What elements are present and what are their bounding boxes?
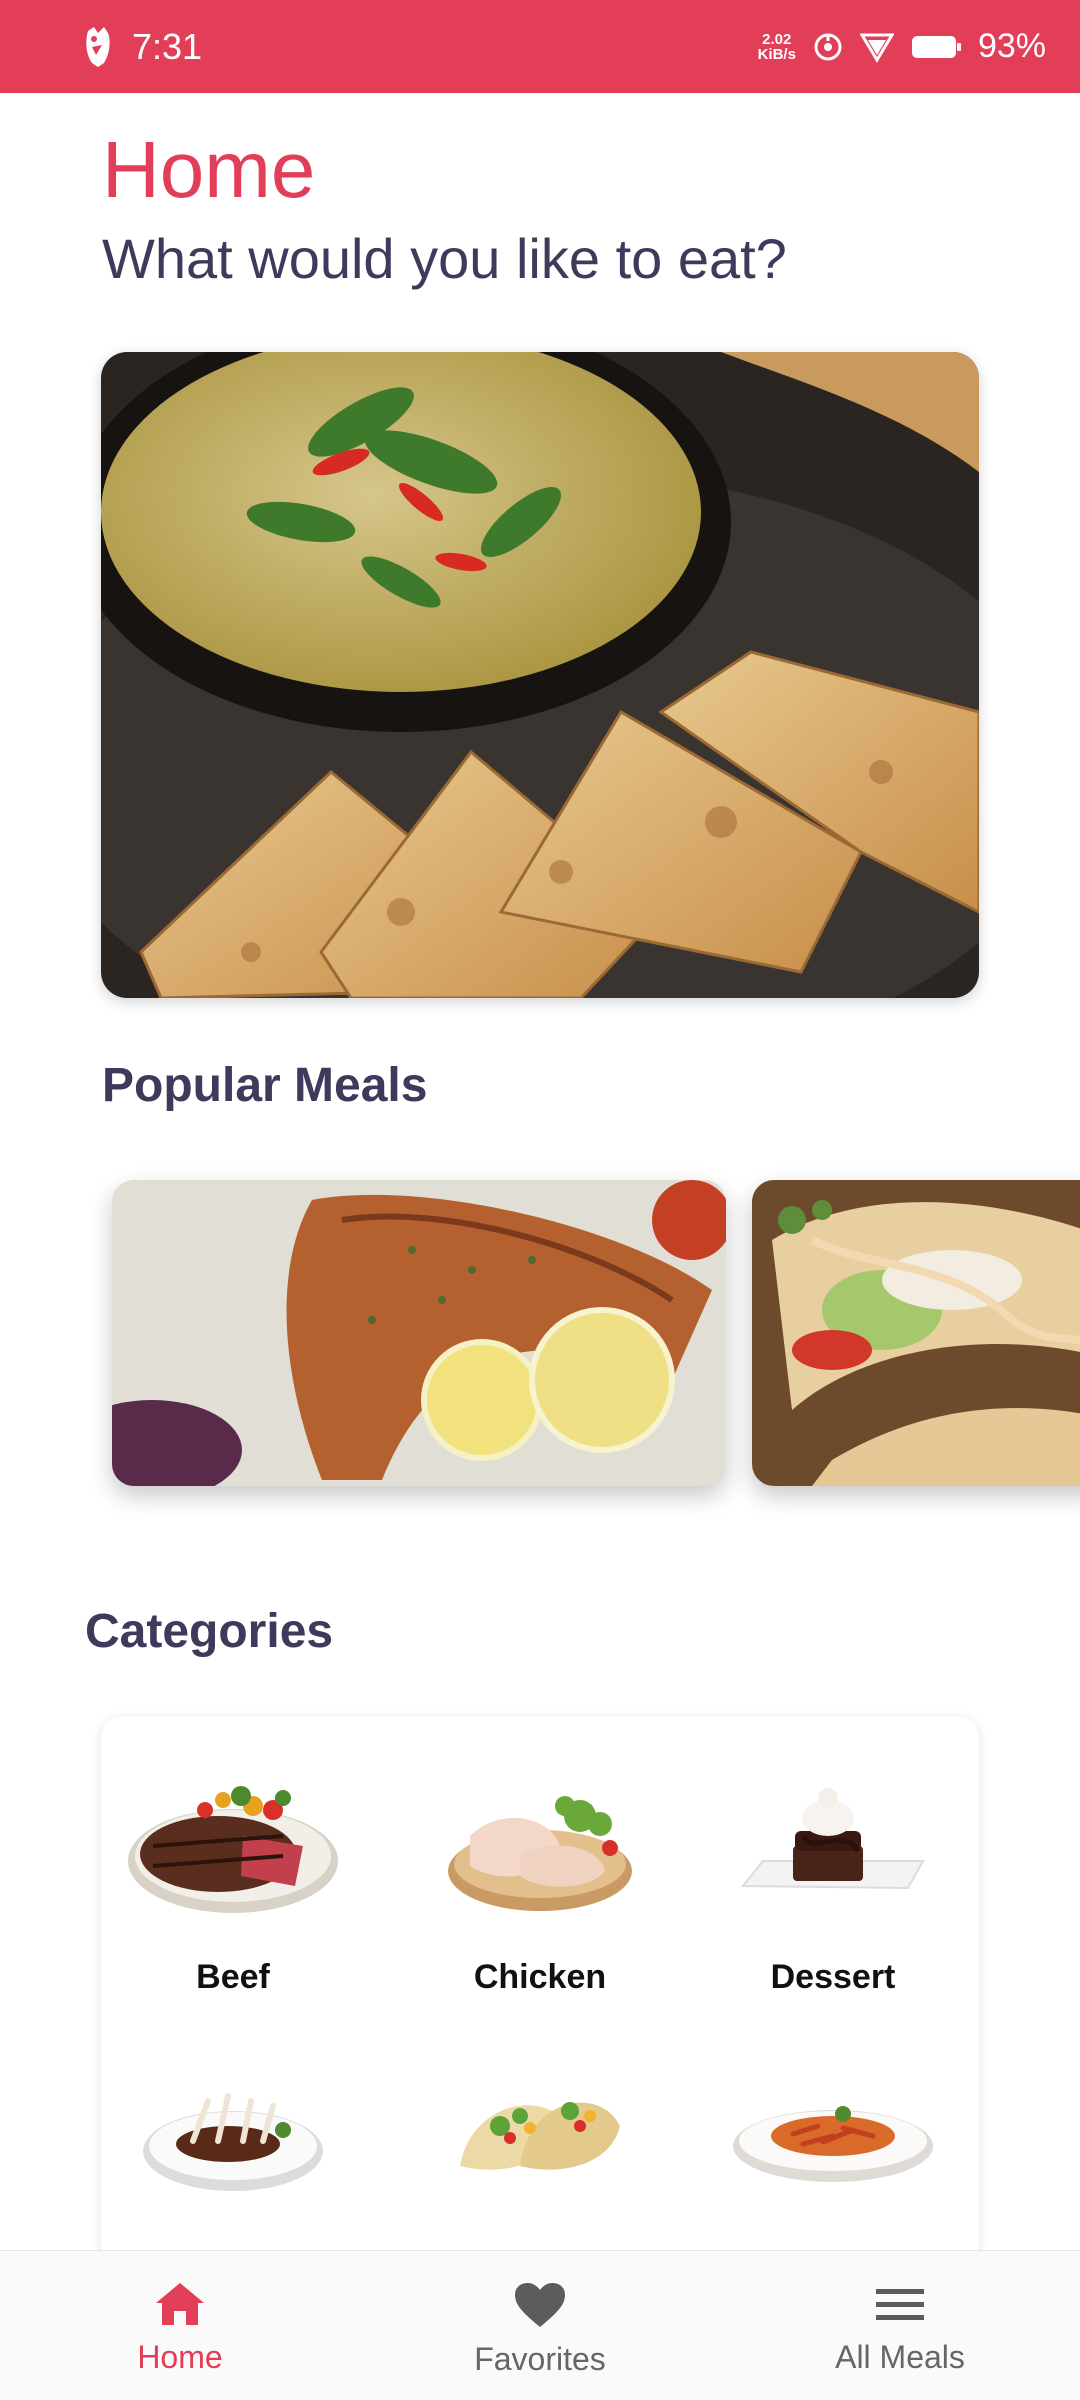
status-time: 7:31 [132,25,203,67]
nav-all-meals-label: All Meals [835,2339,965,2375]
category-label: Chicken [473,1958,607,1996]
page-subtitle: What would you like to eat? [102,227,787,290]
battery-icon [911,35,961,58]
category-label: Beef [196,1958,270,1996]
nav-favorites-label: Favorites [474,2341,606,2377]
home-icon [156,2283,204,2325]
lamb-plate-icon [143,2093,323,2191]
taco-icon [460,2102,620,2170]
heart-icon [515,2283,565,2327]
category-lamb[interactable] [103,2056,363,2238]
net-speed: 2.02 KiB/s [758,32,796,62]
nav-all-meals[interactable]: All Meals [720,2251,1080,2400]
fish-tacos-image [752,1180,1080,1486]
net-speed-value: 2.02 [762,30,792,48]
menu-icon [876,2289,924,2320]
data-saver-icon [814,33,842,60]
category-tacos[interactable] [410,2056,670,2238]
nav-favorites[interactable]: Favorites [360,2251,720,2400]
status-bar: 7:31 2.02 KiB/s 93% [0,0,1080,93]
category-pasta[interactable] [703,2056,963,2238]
category-beef[interactable]: Beef [103,1776,363,1997]
chicken-plate-icon [448,1796,632,1911]
popular-meals-heading: Popular Meals [102,1059,428,1112]
nav-home-label: Home [137,2339,223,2375]
page-title: Home [102,125,316,214]
nav-home[interactable]: Home [0,2251,360,2400]
categories-grid: Beef Chicken Dessert [101,1716,979,2336]
category-dessert[interactable]: Dessert [703,1776,963,1997]
salmon-image [112,1180,726,1486]
popular-meal-card-salmon[interactable] [112,1180,726,1486]
category-chicken[interactable]: Chicken [410,1776,670,1997]
owl-app-icon [86,26,110,67]
beef-plate-icon [128,1786,338,1913]
pasta-plate-icon [733,2106,933,2182]
net-speed-unit: KiB/s [757,45,796,63]
popular-meal-card-tacos[interactable] [752,1180,1080,1486]
featured-meal-image[interactable] [101,352,979,998]
categories-heading: Categories [85,1605,334,1658]
dessert-plate-icon [740,1788,925,1890]
curry-roti-image [101,352,979,998]
bottom-navigation: Home Favorites All Meals [0,2250,1080,2400]
battery-percent: 93% [977,27,1046,65]
wifi-icon [859,33,894,63]
category-label: Dessert [770,1958,896,1996]
